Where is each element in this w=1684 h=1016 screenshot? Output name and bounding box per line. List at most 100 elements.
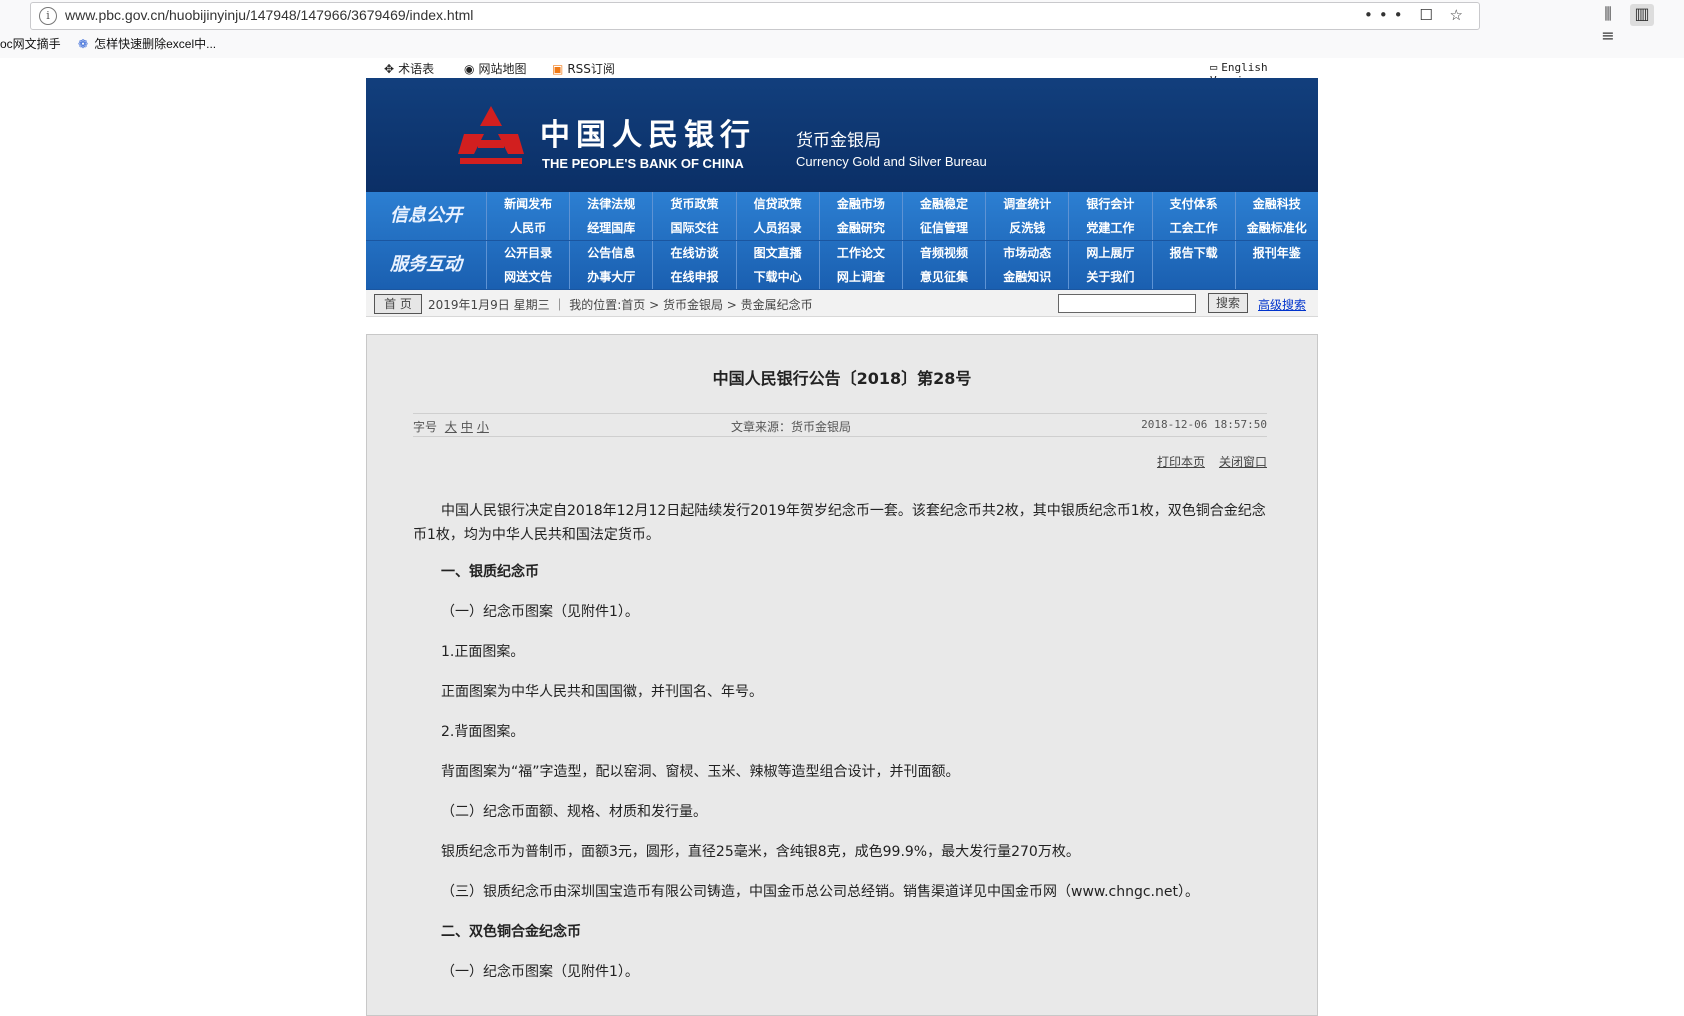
nav-item[interactable]: 反洗钱 — [985, 216, 1068, 240]
sidebar-icon[interactable]: ▥ — [1630, 4, 1654, 26]
paw-icon: ❁ — [78, 37, 89, 51]
nav-item[interactable]: 工会工作 — [1151, 216, 1235, 240]
nav-block-service: 服务互动 公开目录 公告信息 在线访谈 图文直播 工作论文 音频视频 市场动态 网上展厅 报告下… — [366, 241, 1318, 290]
nav-item[interactable]: 党建工作 — [1068, 216, 1151, 240]
advanced-search-link[interactable]: 高级搜索 — [1258, 296, 1306, 313]
article-panel: 中国人民银行公告〔2018〕第28号 字号 大中小 文章来源：货币金银局 201… — [366, 334, 1318, 1016]
nav-section-title: 服务互动 — [390, 254, 462, 275]
nav-item[interactable]: 公告信息 — [569, 241, 652, 265]
nav-item[interactable]: 下载中心 — [735, 265, 819, 289]
bank-name-en: THE PEOPLE'S BANK OF CHINA — [542, 156, 744, 171]
nav-item[interactable]: 金融标准化 — [1234, 216, 1318, 240]
nav-item[interactable]: 支付体系 — [1151, 192, 1235, 216]
article-tools: 打印本页 关闭窗口 — [1143, 453, 1267, 470]
nav-item[interactable]: 市场动态 — [985, 241, 1068, 265]
search-input[interactable] — [1058, 294, 1196, 313]
nav-item[interactable]: 金融稳定 — [901, 192, 985, 216]
menu-icon[interactable]: ≡ — [1596, 26, 1620, 48]
nav-item[interactable]: 调查统计 — [985, 192, 1068, 216]
paragraph: （一）纪念币图案（见附件1）。 — [441, 964, 639, 980]
nav-item[interactable] — [1151, 265, 1235, 289]
monitor-icon: ▭ — [1210, 60, 1218, 74]
nav-row: 网送文告 办事大厅 在线申报 下载中心 网上调查 意见征集 金融知识 关于我们 — [486, 265, 1318, 289]
nav-item[interactable]: 人民币 — [486, 216, 569, 240]
paragraph: 中国人民银行决定自2018年12月12日起陆续发行2019年贺岁纪念币一套。该套… — [413, 503, 1266, 543]
browser-toolbar-right: ⫼ ▥ ≡ — [1596, 4, 1684, 48]
article-datetime: 2018-12-06 18:57:50 — [1141, 418, 1267, 431]
paragraph: 1.正面图案。 — [441, 644, 525, 660]
nav-item[interactable]: 新闻发布 — [486, 192, 569, 216]
print-link[interactable]: 打印本页 — [1157, 455, 1205, 469]
site-banner: 中国人民银行 THE PEOPLE'S BANK OF CHINA 货币金银局 … — [366, 78, 1318, 192]
location-bar: 首 页 2019年1月9日 星期三 ｜ 我的位置:首页 > 货币金银局 > 贵金… — [366, 290, 1318, 317]
nav-item[interactable]: 办事大厅 — [569, 265, 652, 289]
breadcrumb: 2019年1月9日 星期三 ｜ 我的位置:首页 > 货币金银局 > 贵金属纪念币 — [428, 298, 813, 312]
page-actions-icons[interactable]: ••• ☐ ☆ — [1364, 6, 1469, 24]
close-window-link[interactable]: 关闭窗口 — [1219, 455, 1267, 469]
rss-icon: ▣ — [552, 62, 564, 76]
search-button[interactable]: 搜索 — [1208, 293, 1248, 313]
font-small-link[interactable]: 小 — [477, 420, 489, 434]
font-size-label: 字号 — [413, 420, 438, 434]
nav-item[interactable]: 在线申报 — [652, 265, 735, 289]
nav-item[interactable]: 金融研究 — [818, 216, 902, 240]
paragraph: （三）银质纪念币由深圳国宝造币有限公司铸造，中国金币总公司总经销。销售渠道详见中… — [441, 884, 1199, 900]
url-text[interactable]: www.pbc.gov.cn/huobijinyinju/147948/1479… — [65, 7, 473, 23]
section-heading: 二、双色铜合金纪念币 — [441, 924, 581, 940]
crosshair-icon: ✥ — [384, 62, 395, 76]
bookmark-item[interactable]: oc网文摘手 — [0, 37, 61, 51]
bookmark-item[interactable]: 怎样快速删除excel中... — [94, 37, 216, 51]
article-title: 中国人民银行公告〔2018〕第28号 — [712, 369, 972, 388]
nav-item[interactable]: 银行会计 — [1068, 192, 1151, 216]
paragraph: 2.背面图案。 — [441, 724, 525, 740]
nav-item[interactable]: 征信管理 — [901, 216, 985, 240]
font-large-link[interactable]: 大 — [445, 420, 457, 434]
nav-item[interactable]: 图文直播 — [735, 241, 819, 265]
nav-item[interactable]: 公开目录 — [486, 241, 569, 265]
paragraph: 背面图案为“福”字造型，配以窑洞、窗棂、玉米、辣椒等造型组合设计，并刊面额。 — [441, 764, 960, 780]
nav-item[interactable]: 金融市场 — [818, 192, 902, 216]
top-links: ✥术语表 ◉网站地图 ▣RSS订阅 ▭English Version — [366, 58, 1318, 87]
nav-item[interactable]: 法律法规 — [569, 192, 652, 216]
nav-item[interactable]: 网上展厅 — [1068, 241, 1151, 265]
paragraph: （二）纪念币面额、规格、材质和发行量。 — [441, 804, 707, 820]
nav-row: 公开目录 公告信息 在线访谈 图文直播 工作论文 音频视频 市场动态 网上展厅 报告下载 报刊年鉴 — [486, 241, 1318, 265]
nav-item[interactable] — [1234, 265, 1318, 289]
nav-item[interactable]: 工作论文 — [818, 241, 902, 265]
bureau-name-cn: 货币金银局 — [796, 131, 881, 151]
glossary-link[interactable]: ✥ 术语表 — [384, 60, 434, 77]
nav-item[interactable]: 货币政策 — [652, 192, 735, 216]
nav-section-title: 信息公开 — [390, 205, 462, 226]
nav-block-info: 信息公开 新闻发布 法律法规 货币政策 信贷政策 金融市场 金融稳定 调查统计 银行会计 支付体… — [366, 192, 1318, 241]
bureau-name-en: Currency Gold and Silver Bureau — [796, 154, 987, 169]
info-icon[interactable]: i — [39, 7, 57, 25]
nav-item[interactable]: 金融知识 — [985, 265, 1068, 289]
section-heading: 一、银质纪念币 — [441, 564, 539, 580]
home-button[interactable]: 首 页 — [374, 294, 422, 314]
nav-item[interactable]: 关于我们 — [1068, 265, 1151, 289]
nav-item[interactable]: 金融科技 — [1234, 192, 1318, 216]
globe-icon: ◉ — [464, 62, 475, 76]
font-medium-link[interactable]: 中 — [461, 420, 473, 434]
sitemap-link[interactable]: ◉ 网站地图 — [464, 60, 527, 77]
nav-item[interactable]: 音频视频 — [901, 241, 985, 265]
nav-item[interactable]: 网上调查 — [818, 265, 902, 289]
nav-item[interactable]: 信贷政策 — [735, 192, 819, 216]
nav-item[interactable]: 报告下载 — [1151, 241, 1235, 265]
font-size-controls: 字号 大中小 — [413, 418, 489, 435]
paragraph: （一）纪念币图案（见附件1）。 — [441, 604, 639, 620]
library-icon[interactable]: ⫼ — [1596, 4, 1620, 26]
nav-item[interactable]: 经理国库 — [569, 216, 652, 240]
nav-item[interactable]: 国际交往 — [652, 216, 735, 240]
nav-item[interactable]: 在线访谈 — [652, 241, 735, 265]
bookmarks-bar: oc网文摘手 ❁ 怎样快速删除excel中... — [0, 35, 230, 57]
address-bar[interactable]: i www.pbc.gov.cn/huobijinyinju/147948/14… — [30, 2, 1480, 30]
nav-item[interactable]: 人员招录 — [735, 216, 819, 240]
pboc-logo-icon — [458, 106, 524, 164]
nav-item[interactable]: 网送文告 — [486, 265, 569, 289]
nav-item[interactable]: 报刊年鉴 — [1234, 241, 1318, 265]
nav-item[interactable]: 意见征集 — [901, 265, 985, 289]
rss-link[interactable]: ▣ RSS订阅 — [552, 60, 615, 77]
nav-row: 新闻发布 法律法规 货币政策 信贷政策 金融市场 金融稳定 调查统计 银行会计 支付体系 金融科技 — [486, 192, 1318, 216]
nav-row: 人民币 经理国库 国际交往 人员招录 金融研究 征信管理 反洗钱 党建工作 工会工作 金融标准化 — [486, 216, 1318, 240]
